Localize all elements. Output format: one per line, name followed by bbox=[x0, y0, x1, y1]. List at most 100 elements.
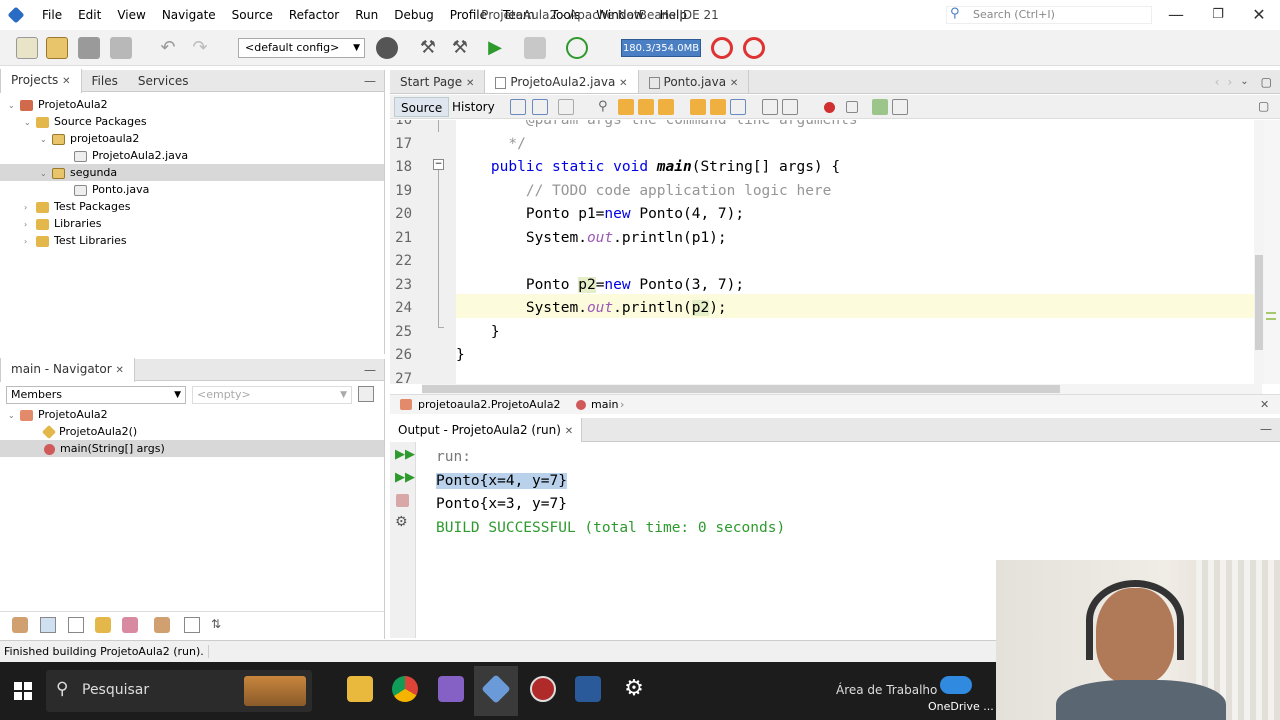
last-edit-icon[interactable] bbox=[510, 99, 526, 115]
minimize-panel-icon[interactable]: — bbox=[364, 74, 376, 88]
start-macro-icon[interactable] bbox=[824, 102, 835, 113]
new-project-icon[interactable] bbox=[46, 37, 68, 59]
filter-fields-icon[interactable] bbox=[40, 617, 56, 633]
editor-horizontal-scrollbar[interactable] bbox=[422, 384, 1262, 394]
save-all-icon[interactable] bbox=[110, 37, 132, 59]
build-hammer-icon[interactable]: ⚒ bbox=[417, 37, 439, 59]
menu-navigate[interactable]: Navigate bbox=[154, 0, 224, 30]
gc-icon[interactable] bbox=[711, 37, 733, 59]
toggle-highlight-icon[interactable] bbox=[658, 99, 674, 115]
tab-ponto-java[interactable]: Ponto.java ✕ bbox=[639, 70, 750, 93]
minimize-button[interactable]: — bbox=[1155, 0, 1197, 30]
tree-item-projetoaula2-package[interactable]: ⌄ projetoaula2 bbox=[0, 130, 384, 147]
empty-select[interactable]: <empty> ▼ bbox=[192, 386, 352, 404]
sort-order-icon[interactable]: ⇅ bbox=[211, 617, 227, 633]
onedrive-label[interactable]: OneDrive ... bbox=[928, 700, 994, 713]
tab-navigator[interactable]: main - Navigator ✕ bbox=[0, 357, 135, 382]
scrollbar-thumb[interactable] bbox=[422, 385, 1060, 393]
find-next-icon[interactable] bbox=[638, 99, 654, 115]
maximize-button[interactable]: ❐ bbox=[1197, 0, 1239, 30]
nav-item-class[interactable]: ⌄ ProjetoAula2 bbox=[0, 406, 384, 423]
close-icon[interactable]: ✕ bbox=[116, 365, 124, 376]
onedrive-cloud-icon[interactable] bbox=[940, 676, 972, 694]
sort-source-icon[interactable] bbox=[184, 617, 200, 633]
tab-projects[interactable]: Projects ✕ bbox=[0, 68, 82, 93]
code-editor[interactable]: * @param args the command line arguments… bbox=[456, 120, 1254, 384]
source-mode-button[interactable]: Source bbox=[394, 97, 450, 117]
file-explorer-icon[interactable] bbox=[347, 676, 373, 702]
find-previous-icon[interactable] bbox=[618, 99, 634, 115]
tab-scroll-left-icon[interactable]: ‹ bbox=[1211, 70, 1224, 93]
tree-item-segunda-package[interactable]: ⌄ segunda bbox=[0, 164, 384, 181]
run-icon[interactable]: ▶ bbox=[484, 37, 506, 59]
screen-recorder-icon[interactable] bbox=[530, 676, 556, 702]
tree-item-source-packages[interactable]: ⌄ Source Packages bbox=[0, 113, 384, 130]
sort-name-icon[interactable] bbox=[154, 617, 170, 633]
maximize-icon[interactable]: ▢ bbox=[1253, 70, 1280, 93]
tab-start-page[interactable]: Start Page ✕ bbox=[390, 70, 486, 93]
tree-item-ponto-java[interactable]: Ponto.java bbox=[0, 181, 384, 198]
uncomment-icon[interactable] bbox=[892, 99, 908, 115]
next-bookmark-icon[interactable] bbox=[730, 99, 746, 115]
clean-build-icon[interactable]: ⚒ bbox=[449, 37, 471, 59]
scrollbar-thumb[interactable] bbox=[1255, 255, 1263, 350]
close-icon[interactable]: ✕ bbox=[1260, 395, 1269, 414]
search-input[interactable]: Search (Ctrl+I) bbox=[946, 6, 1152, 24]
comment-icon[interactable] bbox=[872, 99, 888, 115]
tree-item-test-libraries[interactable]: › Test Libraries bbox=[0, 232, 384, 249]
redo-icon[interactable]: ↷ bbox=[189, 37, 211, 59]
new-file-icon[interactable] bbox=[16, 37, 38, 59]
config-select[interactable]: <default config> ▼ bbox=[238, 38, 365, 58]
close-button[interactable]: ✕ bbox=[1238, 0, 1280, 30]
rerun-icon[interactable]: ▶▶ bbox=[395, 447, 415, 462]
open-project-icon[interactable] bbox=[78, 37, 100, 59]
shift-left-icon[interactable] bbox=[762, 99, 778, 115]
tab-scroll-right-icon[interactable]: › bbox=[1223, 70, 1236, 93]
visual-studio-icon[interactable] bbox=[438, 676, 464, 702]
tab-projetoaula2-java[interactable]: ProjetoAula2.java ✕ bbox=[485, 70, 639, 93]
minimize-panel-icon[interactable]: — bbox=[364, 363, 376, 377]
debug-icon[interactable] bbox=[524, 37, 546, 59]
stop-icon[interactable] bbox=[396, 494, 409, 507]
tree-item-projetoaula2-java[interactable]: ProjetoAula2.java bbox=[0, 147, 384, 164]
chrome-icon[interactable] bbox=[392, 676, 418, 702]
close-icon[interactable]: ✕ bbox=[62, 76, 70, 87]
toggle-bookmark-icon[interactable] bbox=[690, 99, 706, 115]
menu-source[interactable]: Source bbox=[224, 0, 281, 30]
tab-output[interactable]: Output - ProjetoAula2 (run) ✕ bbox=[390, 418, 583, 442]
menu-file[interactable]: File bbox=[34, 0, 70, 30]
shift-right-icon[interactable] bbox=[782, 99, 798, 115]
globe-icon[interactable] bbox=[376, 37, 398, 59]
tree-item-libraries[interactable]: › Libraries bbox=[0, 215, 384, 232]
close-icon[interactable]: ✕ bbox=[730, 78, 738, 89]
history-mode-button[interactable]: History bbox=[446, 97, 501, 117]
breadcrumb-method[interactable]: main bbox=[591, 395, 618, 414]
filter-static-icon[interactable] bbox=[68, 617, 84, 633]
menu-run[interactable]: Run bbox=[347, 0, 386, 30]
find-icon[interactable]: ⚲ bbox=[598, 99, 614, 115]
profile-icon[interactable] bbox=[566, 37, 588, 59]
nav-item-constructor[interactable]: ProjetoAula2() bbox=[0, 423, 384, 440]
windows-start-icon[interactable] bbox=[14, 682, 32, 700]
close-icon[interactable]: ✕ bbox=[565, 426, 573, 437]
settings-icon[interactable]: ⚙ bbox=[395, 514, 408, 530]
tree-item-test-packages[interactable]: › Test Packages bbox=[0, 198, 384, 215]
tab-files[interactable]: Files bbox=[82, 70, 128, 92]
navigator-settings-icon[interactable] bbox=[358, 386, 374, 402]
filter-nonpublic-icon[interactable] bbox=[95, 617, 111, 633]
menu-refactor[interactable]: Refactor bbox=[281, 0, 347, 30]
taskbar-search[interactable]: ⚲ Pesquisar bbox=[46, 670, 312, 712]
filter-inherited-icon[interactable] bbox=[12, 617, 28, 633]
breadcrumb-class[interactable]: projetoaula2.ProjetoAula2 bbox=[418, 395, 560, 414]
desktop-toolbar-label[interactable]: Área de Trabalho bbox=[836, 683, 937, 697]
occurrence-mark[interactable] bbox=[1266, 318, 1276, 320]
editor-vertical-scrollbar[interactable] bbox=[1254, 120, 1264, 384]
tab-services[interactable]: Services bbox=[128, 70, 199, 92]
close-icon[interactable]: ✕ bbox=[619, 78, 627, 89]
back-icon[interactable] bbox=[532, 99, 548, 115]
profile-snapshot-icon[interactable] bbox=[743, 37, 765, 59]
tab-list-icon[interactable]: ⌄ bbox=[1236, 70, 1252, 93]
settings-icon[interactable]: ⚙ bbox=[621, 676, 647, 702]
filter-inner-icon[interactable] bbox=[122, 617, 138, 633]
close-icon[interactable]: ✕ bbox=[466, 78, 474, 89]
